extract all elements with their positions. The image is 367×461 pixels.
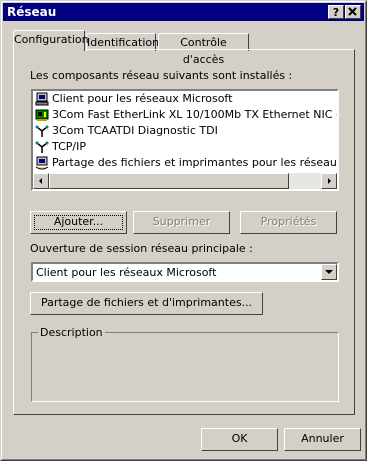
remove-button[interactable]: Supprimer xyxy=(133,211,230,234)
cancel-button[interactable]: Annuler xyxy=(284,428,361,451)
horizontal-scrollbar[interactable] xyxy=(33,173,337,189)
ok-button[interactable]: OK xyxy=(201,428,278,451)
network-adapter-icon xyxy=(35,109,49,121)
list-item[interactable]: 3Com Fast EtherLink XL 10/100Mb TX Ether… xyxy=(35,107,337,123)
network-dialog: Réseau ? Configuration Identification Co… xyxy=(0,0,367,461)
network-client-icon xyxy=(35,92,49,106)
list-item[interactable]: Client pour les réseaux Microsoft xyxy=(35,91,233,107)
tab-configuration[interactable]: Configuration xyxy=(13,30,89,51)
list-item-label: TCP/IP xyxy=(52,140,86,153)
chevron-down-icon xyxy=(325,270,333,274)
close-button[interactable] xyxy=(345,5,361,19)
window-title: Réseau xyxy=(7,5,57,19)
list-item-label: Partage des fichiers et imprimantes pour… xyxy=(52,156,339,169)
list-item-label: Client pour les réseaux Microsoft xyxy=(52,92,233,105)
components-list[interactable]: Client pour les réseaux Microsoft 3Com F… xyxy=(31,89,339,191)
protocol-icon xyxy=(35,141,49,153)
add-button-label: Ajouter... xyxy=(53,215,104,228)
description-group: Description xyxy=(31,326,339,402)
list-item-label: 3Com TCAATDI Diagnostic TDI xyxy=(52,124,218,137)
dropdown-button[interactable] xyxy=(321,264,337,280)
description-label: Description xyxy=(38,326,105,339)
close-icon xyxy=(348,7,357,16)
list-item[interactable]: 3Com TCAATDI Diagnostic TDI xyxy=(35,123,218,139)
properties-button[interactable]: Propriétés xyxy=(240,211,337,234)
help-button[interactable]: ? xyxy=(328,5,344,19)
scroll-left-button[interactable] xyxy=(33,173,49,189)
add-button[interactable]: Ajouter... xyxy=(30,211,127,234)
file-print-sharing-icon xyxy=(35,156,49,170)
scroll-right-button[interactable] xyxy=(321,173,337,189)
file-print-sharing-button[interactable]: Partage de fichiers et d'imprimantes... xyxy=(30,292,263,315)
components-label: Les composants réseau suivants sont inst… xyxy=(30,69,293,82)
logon-label: Ouverture de session réseau principale : xyxy=(30,242,253,255)
arrow-right-icon xyxy=(328,178,331,184)
list-item-label: 3Com Fast EtherLink XL 10/100Mb TX Ether… xyxy=(52,108,337,121)
arrow-left-icon xyxy=(39,178,42,184)
list-item[interactable]: Partage des fichiers et imprimantes pour… xyxy=(35,155,339,171)
logon-select-value: Client pour les réseaux Microsoft xyxy=(36,266,217,279)
list-item[interactable]: TCP/IP xyxy=(35,139,86,155)
logon-select[interactable]: Client pour les réseaux Microsoft xyxy=(31,262,339,282)
protocol-icon xyxy=(35,125,49,137)
scroll-thumb[interactable] xyxy=(49,173,289,189)
title-bar[interactable]: Réseau ? xyxy=(3,3,364,21)
